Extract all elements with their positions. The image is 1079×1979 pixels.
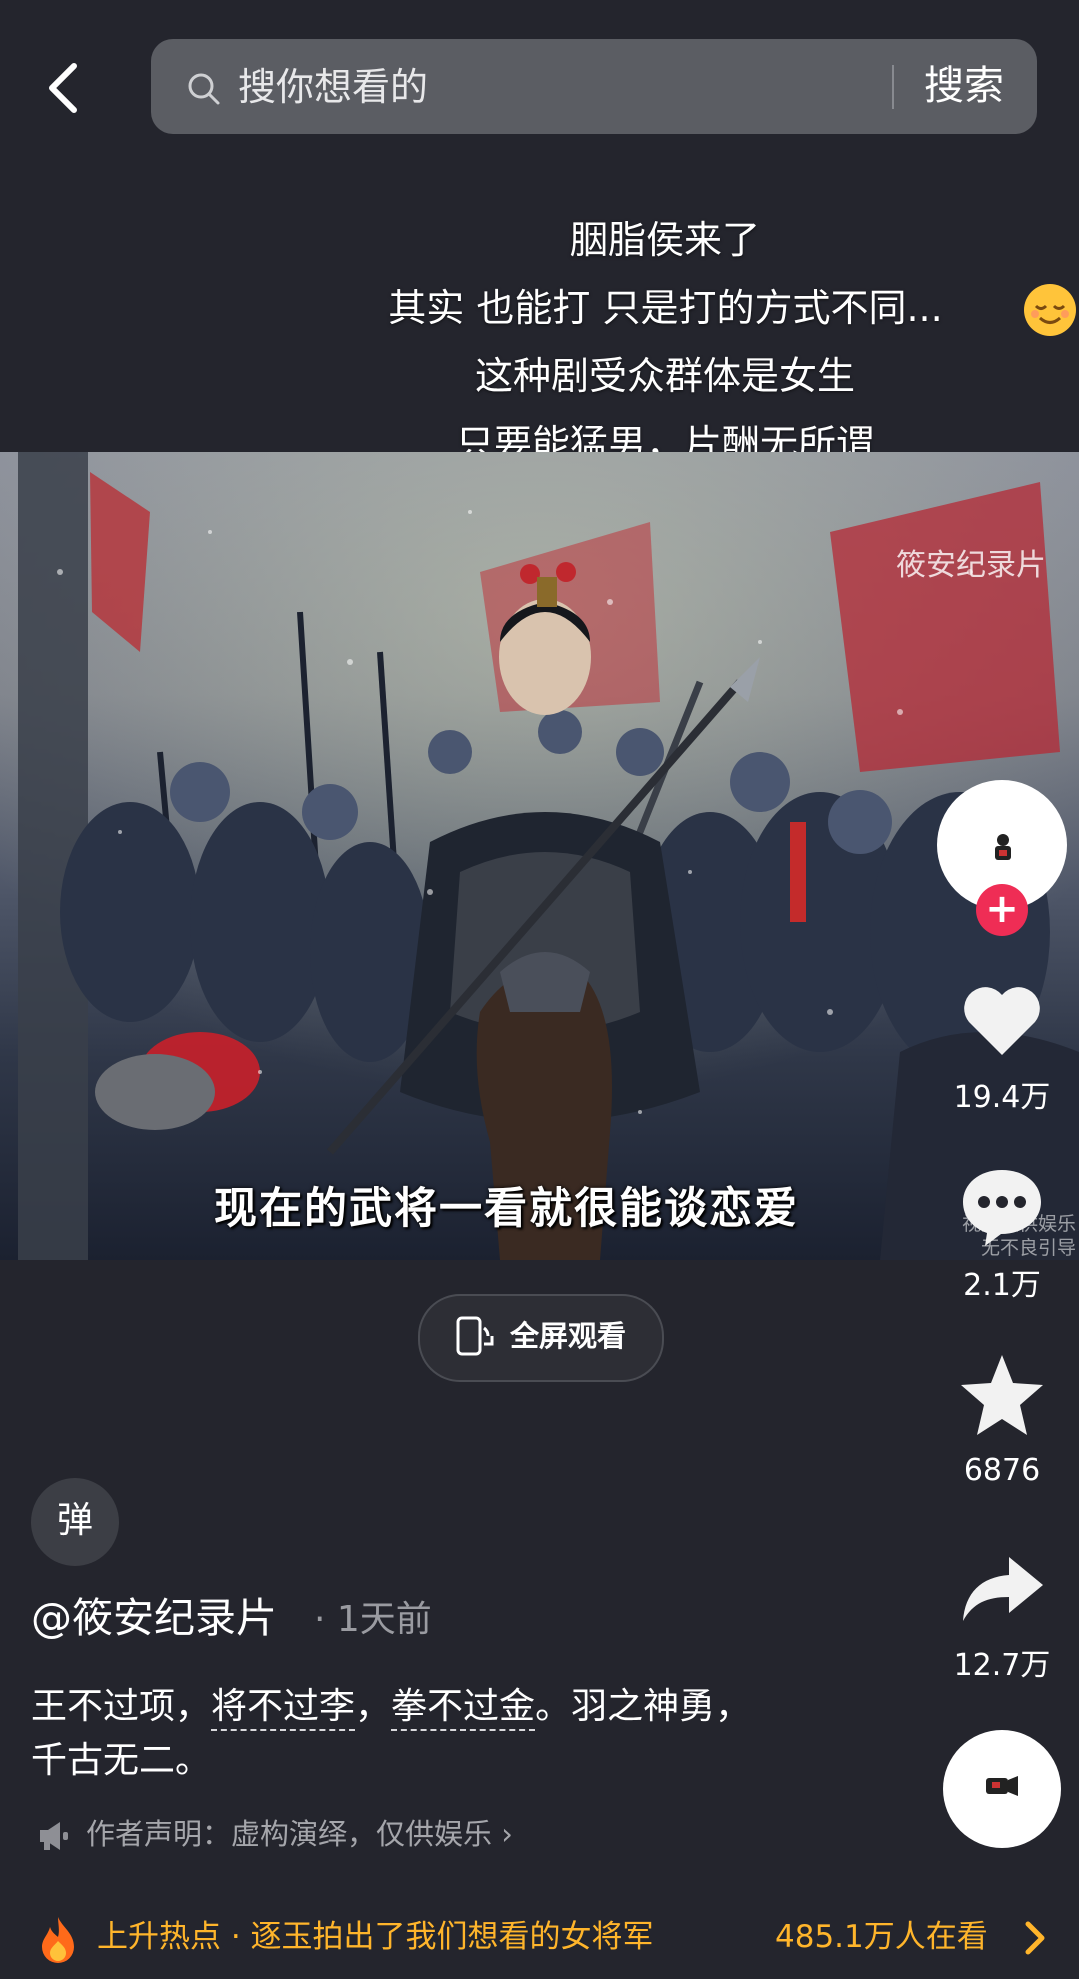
- caption-line-1: 王不过项，将不过李，拳不过金。羽之神勇，: [31, 1680, 751, 1734]
- author-declaration[interactable]: 作者声明：虚构演绎，仅供娱乐 ›: [86, 1812, 513, 1856]
- share-count: 12.7万: [953, 1648, 1051, 1683]
- follow-plus-button[interactable]: +: [976, 884, 1028, 936]
- search-button[interactable]: 搜索: [924, 60, 1004, 112]
- favorite-star-icon[interactable]: [957, 1350, 1047, 1440]
- overlay-line-1: 胭脂侯来了: [569, 218, 760, 262]
- fullscreen-label: 全屏观看: [510, 1319, 627, 1353]
- flame-icon: [38, 1915, 78, 1963]
- search-input[interactable]: 搜你想看的: [238, 62, 428, 112]
- smile-emoji-icon: [1022, 282, 1078, 338]
- caption-link-li[interactable]: 将不过李: [211, 1686, 356, 1731]
- search-icon: [186, 71, 222, 107]
- overlay-line-2: 其实 也能打 只是打的方式不同...: [388, 286, 943, 330]
- video-subtitle: 现在的武将一看就很能谈恋爱: [214, 1184, 799, 1234]
- caption-link-jin[interactable]: 拳不过金: [391, 1686, 536, 1731]
- comment-count: 2.1万: [963, 1268, 1041, 1303]
- music-figure-icon: [984, 1772, 1020, 1800]
- danmaku-button[interactable]: 弹: [31, 1478, 119, 1566]
- avatar-figure-icon: [991, 832, 1015, 862]
- comment-icon[interactable]: [957, 1162, 1047, 1252]
- post-time: · 1天前: [314, 1599, 432, 1640]
- hotspot-title[interactable]: 上升热点 · 逐玉拍出了我们想看的女将军: [97, 1914, 654, 1960]
- back-icon[interactable]: [36, 58, 96, 118]
- author-name[interactable]: @筱安纪录片: [31, 1590, 277, 1646]
- caption-text: 。羽之神勇，: [535, 1686, 752, 1727]
- like-count: 19.4万: [953, 1080, 1051, 1115]
- search-divider: [892, 65, 894, 109]
- share-arrow-icon[interactable]: [957, 1545, 1047, 1635]
- megaphone-icon: [36, 1818, 72, 1854]
- chevron-right-icon[interactable]: [1020, 1920, 1050, 1956]
- favorite-count: 6876: [963, 1453, 1041, 1488]
- hotspot-viewers: 485.1万人在看: [775, 1919, 988, 1955]
- video-watermark: 筱安纪录片: [896, 548, 1046, 583]
- rotate-screen-icon: [452, 1314, 496, 1358]
- caption-line-2: 千古无二。: [31, 1740, 212, 1781]
- caption-text: 王不过项，: [31, 1686, 212, 1727]
- like-heart-icon[interactable]: [957, 975, 1047, 1065]
- overlay-line-3: 这种剧受众群体是女生: [474, 354, 855, 398]
- caption-text: ，: [355, 1686, 392, 1727]
